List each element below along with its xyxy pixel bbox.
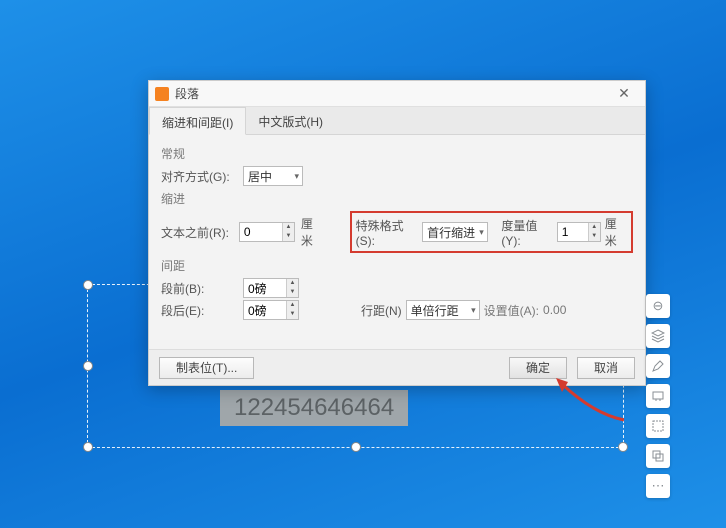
resize-handle-br[interactable] — [618, 442, 628, 452]
space-before-input[interactable] — [244, 279, 286, 297]
tab-indent-spacing[interactable]: 缩进和间距(I) — [149, 107, 246, 135]
space-after-label: 段后(E): — [161, 302, 237, 319]
tool-select-icon[interactable] — [646, 414, 670, 438]
spin-down-icon[interactable]: ▼ — [287, 310, 298, 319]
set-value-label: 设置值(A): — [484, 302, 539, 319]
spin-down-icon[interactable]: ▼ — [589, 232, 600, 241]
special-label: 特殊格式(S): — [356, 217, 418, 248]
spin-down-icon[interactable]: ▼ — [287, 288, 298, 297]
set-value-value: 0.00 — [543, 303, 566, 317]
tool-screen-icon[interactable] — [646, 384, 670, 408]
section-general: 常规 — [161, 145, 633, 162]
spin-up-icon[interactable]: ▲ — [287, 301, 298, 310]
text-before-input[interactable] — [240, 223, 282, 241]
tool-more-icon[interactable]: ⋯ — [646, 474, 670, 498]
alignment-combo[interactable]: 居中 — [243, 166, 303, 186]
space-before-spinner[interactable]: ▲ ▼ — [243, 278, 299, 298]
special-value: 首行缩进 — [427, 224, 475, 241]
space-after-spinner[interactable]: ▲ ▼ — [243, 300, 299, 320]
spin-up-icon[interactable]: ▲ — [287, 279, 298, 288]
measure-unit: 厘米 — [605, 215, 627, 249]
ok-button[interactable]: 确定 — [509, 357, 567, 379]
measure-input[interactable] — [558, 223, 588, 241]
tool-pen-icon[interactable] — [646, 354, 670, 378]
spin-up-icon[interactable]: ▲ — [589, 223, 600, 232]
resize-handle-bm[interactable] — [351, 442, 361, 452]
app-icon — [155, 87, 169, 101]
measure-label: 度量值(Y): — [501, 217, 552, 248]
tab-stops-button[interactable]: 制表位(T)... — [159, 357, 254, 379]
dialog-footer: 制表位(T)... 确定 取消 — [149, 349, 645, 385]
close-button[interactable]: ✕ — [609, 84, 639, 104]
dialog-content: 常规 对齐方式(G): 居中 缩进 文本之前(R): ▲ ▼ 厘米 特殊格式(S… — [149, 135, 645, 330]
tool-copy-icon[interactable] — [646, 444, 670, 468]
alignment-value: 居中 — [248, 168, 272, 185]
alignment-label: 对齐方式(G): — [161, 168, 237, 185]
text-before-unit: 厘米 — [301, 215, 324, 249]
highlight-box: 特殊格式(S): 首行缩进 度量值(Y): ▲ ▼ 厘米 — [350, 211, 633, 253]
measure-spinner[interactable]: ▲ ▼ — [557, 222, 601, 242]
space-before-label: 段前(B): — [161, 280, 237, 297]
section-indent: 缩进 — [161, 190, 633, 207]
line-spacing-label: 行距(N) — [361, 302, 402, 319]
side-toolbar: ⊖ ⋯ — [646, 294, 670, 498]
resize-handle-ml[interactable] — [83, 361, 93, 371]
titlebar[interactable]: 段落 ✕ — [149, 81, 645, 107]
tool-layers-icon[interactable] — [646, 324, 670, 348]
text-before-label: 文本之前(R): — [161, 224, 233, 241]
resize-handle-tl[interactable] — [83, 280, 93, 290]
spin-up-icon[interactable]: ▲ — [283, 223, 294, 232]
text-before-spinner[interactable]: ▲ ▼ — [239, 222, 295, 242]
resize-handle-bl[interactable] — [83, 442, 93, 452]
slide-text-content[interactable]: 122454646464 — [220, 390, 408, 426]
section-spacing: 间距 — [161, 257, 633, 274]
line-spacing-combo[interactable]: 单倍行距 — [406, 300, 480, 320]
paragraph-dialog: 段落 ✕ 缩进和间距(I) 中文版式(H) 常规 对齐方式(G): 居中 缩进 … — [148, 80, 646, 386]
cancel-button[interactable]: 取消 — [577, 357, 635, 379]
dialog-title: 段落 — [175, 85, 609, 102]
tab-chinese-layout[interactable]: 中文版式(H) — [246, 107, 335, 134]
tab-bar: 缩进和间距(I) 中文版式(H) — [149, 107, 645, 135]
spin-down-icon[interactable]: ▼ — [283, 232, 294, 241]
space-after-input[interactable] — [244, 301, 286, 319]
tool-collapse-icon[interactable]: ⊖ — [646, 294, 670, 318]
line-spacing-value: 单倍行距 — [411, 302, 459, 319]
special-combo[interactable]: 首行缩进 — [422, 222, 488, 242]
